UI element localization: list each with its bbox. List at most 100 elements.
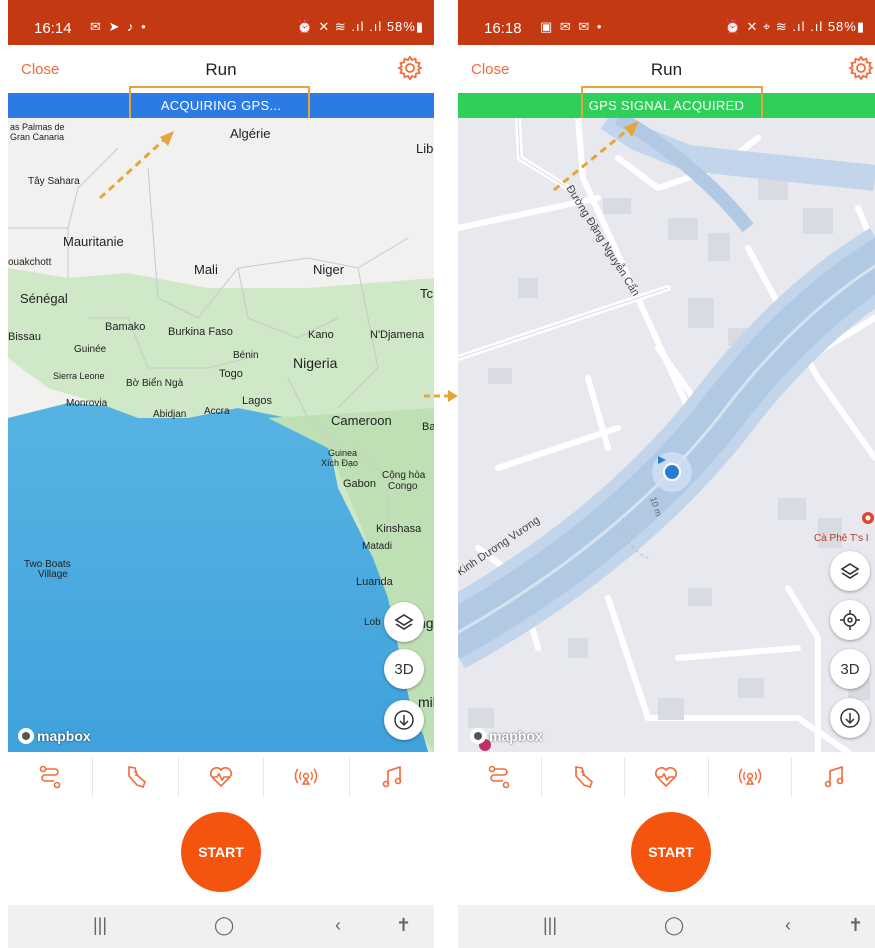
transition-arrow-icon	[424, 390, 458, 402]
3d-button[interactable]: 3D	[384, 649, 424, 689]
music-icon	[824, 765, 843, 788]
shoe-icon	[575, 766, 593, 788]
download-icon	[394, 710, 414, 730]
svg-text:Luanda: Luanda	[356, 576, 394, 588]
route-icon	[39, 765, 61, 789]
download-button[interactable]	[830, 698, 870, 738]
mapbox-text: mapbox	[37, 728, 91, 744]
svg-text:Nigeria: Nigeria	[293, 355, 338, 371]
poi-label: Cà Phê T's I	[814, 533, 869, 544]
sensor-icon	[295, 768, 318, 785]
comparison-stage: 16:14 ✉ ➤ ♪ • ⏰ ✕ ≋ .ıl .ıl 58%▮ Close R…	[0, 0, 875, 948]
svg-text:Bissau: Bissau	[8, 331, 41, 343]
route-icon	[488, 765, 510, 789]
svg-text:Mali: Mali	[194, 262, 218, 277]
svg-text:Guinea: Guinea	[328, 448, 357, 458]
svg-text:Bénin: Bénin	[233, 350, 259, 361]
notification-icons: ✉ ➤ ♪ •	[90, 19, 148, 34]
accessibility-button[interactable]: ✝	[848, 915, 863, 936]
recent-apps-button[interactable]: |||	[93, 915, 107, 936]
system-nav-bar: ||| ◯ ‹ ✝	[458, 905, 875, 948]
mapbox-icon	[470, 728, 486, 744]
svg-text:Monrovia: Monrovia	[66, 398, 108, 409]
notification-icons: ▣ ✉ ✉ •	[540, 19, 604, 34]
svg-text:ouakchott: ouakchott	[8, 257, 52, 268]
africa-map: as Palmas de Gran Canaria Algérie Lib Tâ…	[8, 118, 434, 752]
page-title: Run	[650, 60, 683, 79]
home-button[interactable]: ◯	[214, 915, 234, 936]
status-time: 16:18	[484, 20, 522, 37]
mapbox-text: mapbox	[489, 728, 543, 744]
svg-text:as Palmas de: as Palmas de	[10, 122, 65, 132]
home-button[interactable]: ◯	[664, 915, 684, 936]
svg-text:Tc: Tc	[420, 286, 434, 301]
page-title: Run	[205, 60, 237, 79]
svg-text:Gran Canaria: Gran Canaria	[10, 132, 64, 142]
svg-text:Algérie: Algérie	[230, 126, 270, 141]
mapbox-logo: mapbox	[18, 728, 91, 744]
gear-icon[interactable]	[847, 54, 875, 82]
gear-icon[interactable]	[396, 54, 424, 82]
svg-text:Tây Sahara: Tây Sahara	[28, 176, 80, 187]
download-icon	[840, 708, 860, 728]
svg-text:Cộng hòa: Cộng hòa	[382, 470, 426, 481]
svg-text:Lagos: Lagos	[242, 395, 272, 407]
svg-text:Burkina Faso: Burkina Faso	[168, 326, 233, 338]
mapbox-icon	[18, 728, 34, 744]
tab-activity[interactable]	[542, 758, 626, 796]
tab-music[interactable]	[350, 758, 434, 796]
back-button[interactable]: ‹	[335, 915, 341, 936]
system-nav-bar: ||| ◯ ‹ ✝	[8, 905, 434, 948]
tab-route[interactable]	[458, 758, 542, 796]
tab-heart-rate[interactable]	[179, 758, 265, 796]
svg-text:Togo: Togo	[219, 368, 243, 380]
tab-sensor[interactable]	[709, 758, 793, 796]
svg-text:Lob: Lob	[364, 617, 381, 628]
heart-rate-icon	[655, 767, 678, 788]
svg-text:Matadi: Matadi	[362, 541, 392, 552]
back-button[interactable]: ‹	[785, 915, 791, 936]
locate-button[interactable]	[830, 600, 870, 640]
gps-highlight-box	[581, 86, 763, 122]
mapbox-logo: mapbox	[470, 728, 543, 744]
tab-bar	[458, 752, 875, 802]
svg-text:Cameroon: Cameroon	[331, 413, 392, 428]
street-map: Đường Đặng Nguyễn Cẩn Kinh Dương Vương 1…	[458, 118, 875, 752]
shoe-icon	[127, 766, 146, 788]
start-button[interactable]: START	[631, 812, 711, 892]
tab-sensor[interactable]	[264, 758, 350, 796]
tab-heart-rate[interactable]	[625, 758, 709, 796]
tab-route[interactable]	[8, 758, 94, 796]
layers-icon	[394, 614, 414, 630]
svg-text:Gabon: Gabon	[343, 478, 376, 490]
start-button[interactable]: START	[181, 812, 261, 892]
layers-button[interactable]	[830, 551, 870, 591]
3d-button[interactable]: 3D	[830, 649, 870, 689]
sensor-icon	[738, 768, 762, 785]
svg-text:Guinée: Guinée	[74, 344, 107, 355]
tab-music[interactable]	[792, 758, 875, 796]
layers-button[interactable]	[384, 602, 424, 642]
svg-text:Village: Village	[38, 569, 68, 580]
svg-text:Abidjan: Abidjan	[153, 409, 186, 420]
map-view[interactable]: Đường Đặng Nguyễn Cẩn Kinh Dương Vương 1…	[458, 118, 875, 752]
download-button[interactable]	[384, 700, 424, 740]
svg-text:Accra: Accra	[204, 406, 230, 417]
svg-text:Congo: Congo	[388, 481, 418, 492]
svg-text:Sénégal: Sénégal	[20, 291, 68, 306]
status-bar: 16:18 ▣ ✉ ✉ • ⏰ ✕ ⌖ ≋ .ıl .ıl 58%▮	[458, 0, 875, 45]
accessibility-button[interactable]: ✝	[396, 915, 411, 936]
map-view[interactable]: as Palmas de Gran Canaria Algérie Lib Tâ…	[8, 118, 434, 752]
svg-text:Bamako: Bamako	[105, 321, 145, 333]
svg-text:Sierra Leone: Sierra Leone	[53, 371, 105, 381]
phone-acquiring: 16:14 ✉ ➤ ♪ • ⏰ ✕ ≋ .ıl .ıl 58%▮ Close R…	[8, 0, 434, 948]
svg-text:Kinshasa: Kinshasa	[376, 523, 422, 535]
recent-apps-button[interactable]: |||	[543, 915, 557, 936]
status-bar: 16:14 ✉ ➤ ♪ • ⏰ ✕ ≋ .ıl .ıl 58%▮	[8, 0, 434, 45]
svg-text:Xích Đạo: Xích Đạo	[321, 458, 358, 468]
svg-text:Niger: Niger	[313, 262, 345, 277]
svg-text:Mauritanie: Mauritanie	[63, 234, 124, 249]
system-icons: ⏰ ✕ ⌖ ≋ .ıl .ıl 58%▮	[724, 19, 865, 34]
tab-activity[interactable]	[93, 758, 179, 796]
layers-icon	[840, 563, 860, 579]
